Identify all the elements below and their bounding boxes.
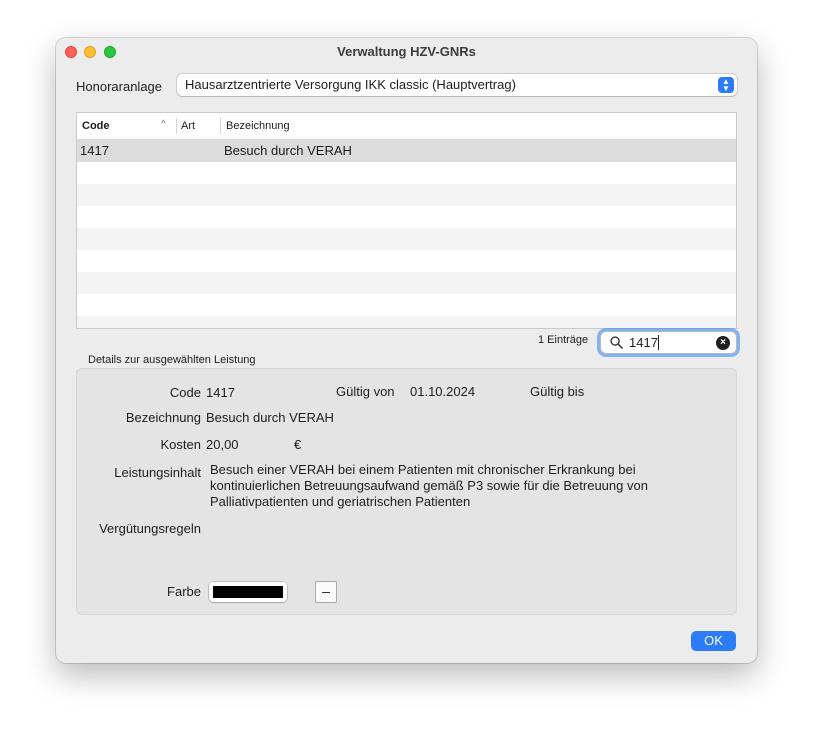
- ok-button[interactable]: OK: [691, 631, 736, 651]
- empty-row: [77, 206, 736, 228]
- leistungsinhalt-label: Leistungsinhalt: [114, 465, 201, 480]
- empty-row: [77, 294, 736, 316]
- dialog-window: Verwaltung HZV-GNRs Honoraranlage Hausar…: [56, 38, 757, 663]
- empty-row: [77, 228, 736, 250]
- remove-color-button[interactable]: –: [315, 581, 337, 603]
- verguetungsregeln-label: Vergütungsregeln: [99, 521, 201, 536]
- column-separator[interactable]: [220, 118, 221, 134]
- bezeichnung-value: Besuch durch VERAH: [206, 410, 334, 425]
- sort-ascending-icon: ^: [161, 119, 166, 130]
- clear-icon[interactable]: ×: [716, 336, 730, 350]
- chevron-updown-icon: ▲ ▼: [718, 77, 734, 93]
- empty-row: [77, 250, 736, 272]
- gueltig-bis-label: Gültig bis: [530, 384, 585, 399]
- bezeichnung-label: Bezeichnung: [125, 410, 201, 425]
- column-header-code[interactable]: Code: [82, 120, 110, 132]
- kosten-value: 20,00: [206, 437, 239, 452]
- text-caret: [658, 335, 659, 350]
- farbe-label: Farbe: [167, 584, 201, 599]
- honoraranlage-select[interactable]: Hausarztzentrierte Versorgung IKK classi…: [177, 74, 737, 96]
- table-header: Code ^ Art Bezeichnung: [77, 113, 736, 140]
- code-value: 1417: [206, 385, 235, 400]
- gueltig-von-value: 01.10.2024: [410, 384, 476, 399]
- code-label: Code: [169, 385, 201, 400]
- honoraranlage-label: Honoraranlage: [76, 79, 163, 94]
- table-row[interactable]: 1417 Besuch durch VERAH: [77, 140, 736, 162]
- search-input[interactable]: 1417: [629, 335, 658, 350]
- details-panel: Code 1417 Gültig von 01.10.2024 Gültig b…: [76, 368, 737, 615]
- gueltig-von-label: Gültig von: [336, 384, 395, 399]
- cell-code: 1417: [80, 143, 109, 158]
- column-header-art[interactable]: Art: [181, 120, 195, 132]
- honoraranlage-selected-value: Hausarztzentrierte Versorgung IKK classi…: [185, 77, 516, 92]
- empty-row: [77, 272, 736, 294]
- kosten-unit: €: [294, 437, 302, 452]
- gnr-table[interactable]: Code ^ Art Bezeichnung 1417 Besuch durch…: [76, 112, 737, 329]
- color-swatch: [213, 586, 283, 598]
- entry-count: 1 Einträge: [538, 334, 589, 346]
- column-separator[interactable]: [176, 118, 177, 134]
- column-header-bezeichnung[interactable]: Bezeichnung: [226, 120, 290, 132]
- leistungsinhalt-line: Palliativpatienten und geriatrischen Pat…: [210, 494, 471, 509]
- empty-row: [77, 184, 736, 206]
- cell-bezeichnung: Besuch durch VERAH: [224, 143, 352, 158]
- titlebar: Verwaltung HZV-GNRs: [56, 38, 757, 66]
- empty-row: [77, 316, 736, 328]
- search-field[interactable]: 1417 ×: [600, 331, 737, 354]
- leistungsinhalt-line: Besuch einer VERAH bei einem Patienten m…: [210, 462, 636, 477]
- color-well[interactable]: [209, 582, 287, 602]
- details-group-label: Details zur ausgewählten Leistung: [88, 354, 256, 366]
- empty-row: [77, 162, 736, 184]
- kosten-label: Kosten: [160, 437, 201, 452]
- window-title: Verwaltung HZV-GNRs: [337, 44, 476, 59]
- leistungsinhalt-line: kontinuierlichen Betreuungsaufwand gemäß…: [210, 478, 648, 493]
- search-icon: [610, 336, 623, 349]
